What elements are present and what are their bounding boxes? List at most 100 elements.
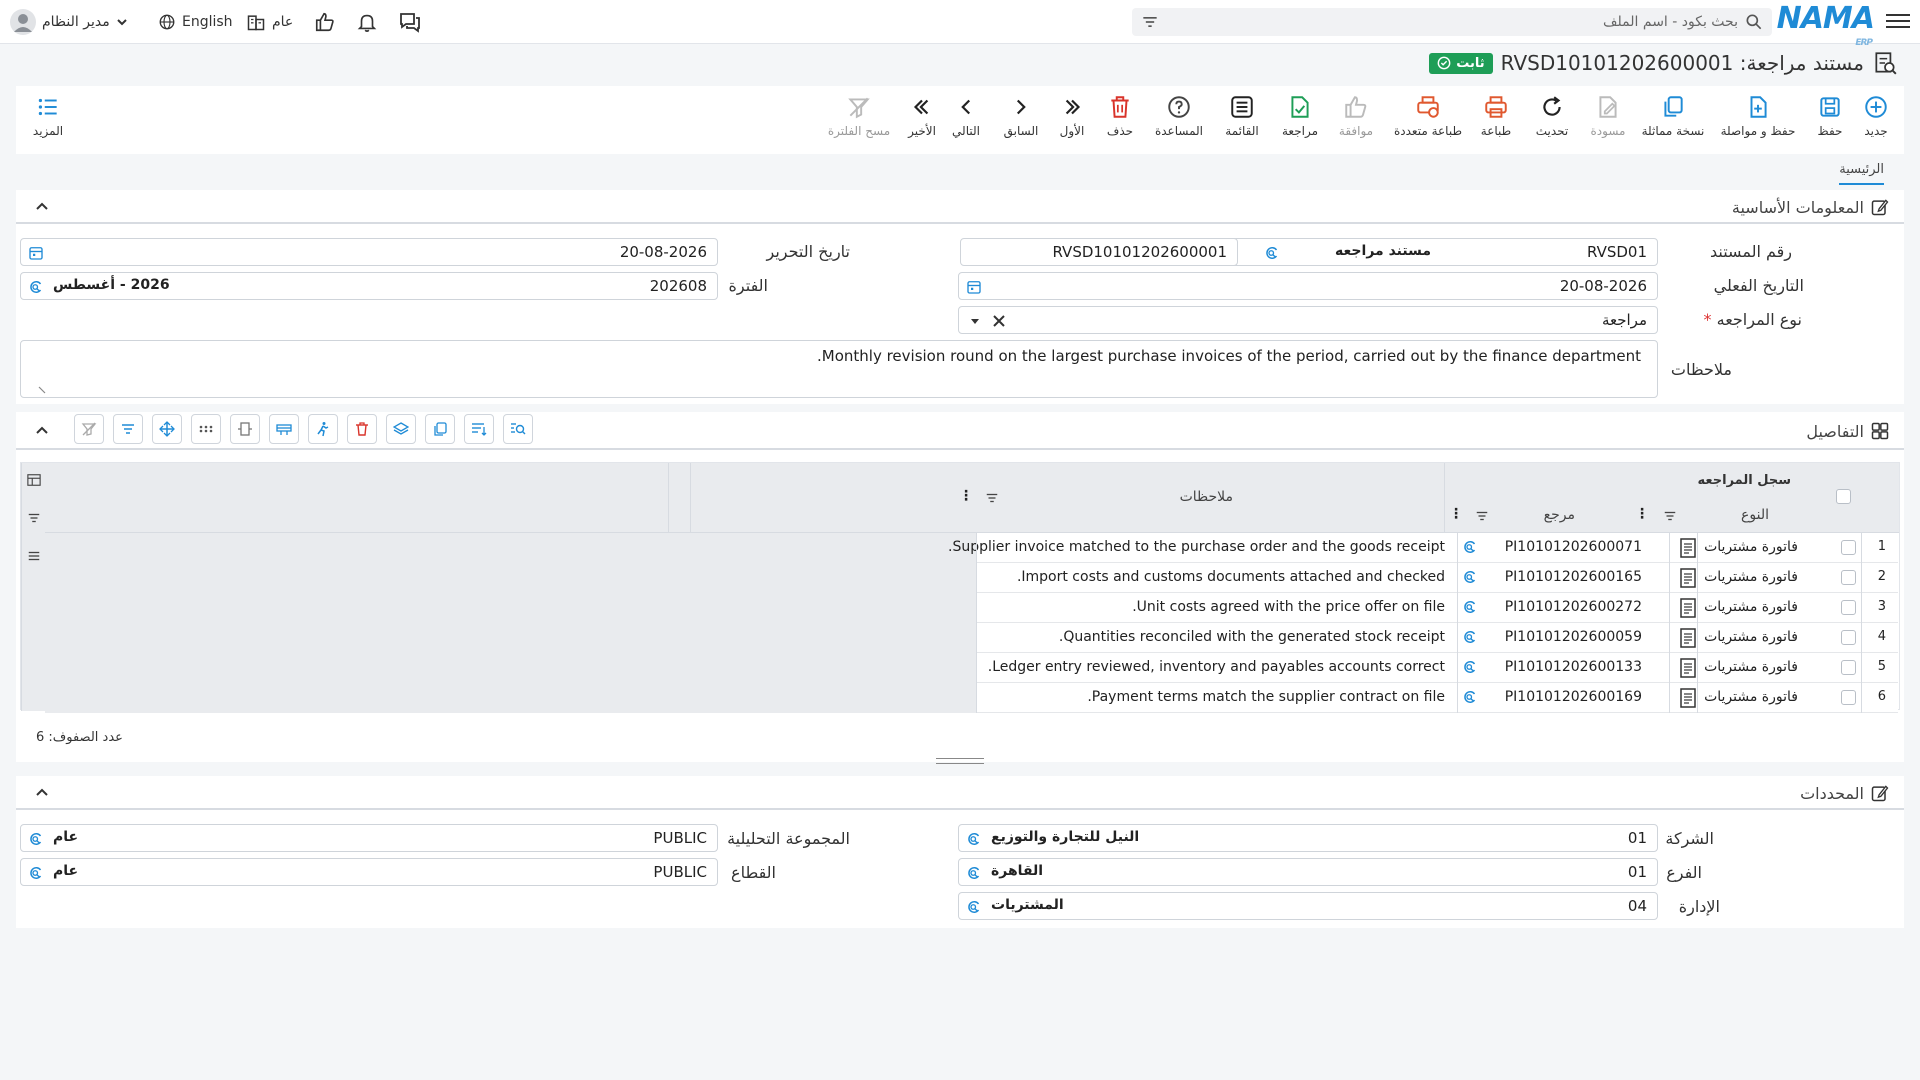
save-continue-button[interactable]: حفظ و مواصلة [1718,94,1798,148]
notifications-button[interactable] [356,0,378,44]
grid-run-button[interactable] [308,414,338,444]
search-icon[interactable] [1744,12,1764,32]
filter-lines-icon[interactable] [1663,509,1677,523]
calendar-icon[interactable] [965,278,983,296]
save-button[interactable]: حفظ [1802,94,1858,148]
grid-sort-button[interactable] [464,414,494,444]
tab-main[interactable]: الرئيسية [1839,162,1884,185]
sector-field[interactable]: PUBLIC عام [20,858,718,886]
grid-table-button[interactable] [269,414,299,444]
chevron-up-icon[interactable] [34,423,50,439]
period-field[interactable]: 202608 2026 - أغسطس [20,272,718,300]
row-note[interactable]: Quantities reconciled with the generated… [1059,629,1445,645]
delete-button[interactable]: حذف [1092,94,1148,148]
lookup-icon[interactable] [1461,598,1479,616]
lookup-icon[interactable] [1461,688,1479,706]
select-all-checkbox[interactable] [1836,489,1851,504]
column-menu-icon[interactable]: ⋮ [959,488,973,504]
approve-button[interactable]: موافقة [1328,94,1384,148]
row-checkbox[interactable] [1841,570,1856,585]
document-icon[interactable] [1678,537,1698,559]
grid-delete-button[interactable] [347,414,377,444]
document-icon[interactable] [1678,627,1698,649]
last-button[interactable]: الأخير [894,94,950,148]
edit-date-field[interactable]: 20-08-2026 [20,238,718,266]
grid-fit-columns-button[interactable] [230,414,260,444]
table-row[interactable]: 4 فاتورة مشتريات PI10101202600059 Quantitie… [976,623,1898,653]
review-button[interactable]: مراجعة [1272,94,1328,148]
user-menu[interactable]: مدير النظام [10,0,128,44]
filter-lines-icon[interactable] [985,491,999,505]
lookup-icon[interactable] [1461,538,1479,556]
print-button[interactable]: طباعة [1468,94,1524,148]
department-field[interactable]: 04 المشتريات [958,892,1658,920]
document-icon[interactable] [1678,597,1698,619]
column-type-header[interactable]: النوع [1741,507,1769,523]
column-notes-header[interactable]: ملاحظات [1180,489,1233,505]
table-row[interactable]: 5 فاتورة مشتريات PI10101202600133 Ledger en… [976,653,1898,683]
grid-copy-button[interactable] [425,414,455,444]
row-checkbox[interactable] [1841,600,1856,615]
filter-panel-icon[interactable] [27,511,41,525]
row-checkbox[interactable] [1841,660,1856,675]
first-button[interactable]: الأول [1044,94,1100,148]
likes-button[interactable] [314,0,336,44]
search-input[interactable] [1198,8,1738,36]
chevron-up-icon[interactable] [34,785,50,801]
table-row[interactable]: 2 فاتورة مشتريات PI10101202600165 Import co… [976,563,1898,593]
language-switch[interactable]: English [158,0,233,44]
document-icon[interactable] [1678,567,1698,589]
lookup-icon[interactable] [27,830,45,848]
row-note[interactable]: Supplier invoice matched to the purchase… [948,539,1445,555]
grid-filter-button[interactable] [113,414,143,444]
nama-logo[interactable]: NAMA ERP [1777,4,1875,49]
chevron-up-icon[interactable] [34,199,50,215]
calendar-icon[interactable] [27,244,45,262]
splitter-handle[interactable] [936,758,984,764]
basic-info-header[interactable]: المعلومات الأساسية [16,190,1904,224]
messages-button[interactable] [398,0,422,44]
column-menu-icon[interactable]: ⋮ [1449,506,1463,522]
notes-textarea[interactable]: Monthly revision round on the largest pu… [20,340,1658,398]
lookup-icon[interactable] [27,278,45,296]
refresh-button[interactable]: تحديث [1524,94,1580,148]
review-type-select[interactable]: مراجعة [958,306,1658,334]
lookup-icon[interactable] [965,864,983,882]
row-checkbox[interactable] [1841,690,1856,705]
lookup-icon[interactable] [1461,658,1479,676]
doc-code-field[interactable]: RVSD10101202600001 [960,238,1238,266]
grid-dots-button[interactable] [191,414,221,444]
resize-handle-icon[interactable] [37,385,47,395]
columns-panel-icon[interactable] [27,473,41,487]
grid-layers-button[interactable] [386,414,416,444]
hamburger-menu-icon[interactable] [1886,10,1910,32]
table-row[interactable]: 6 فاتورة مشتريات PI10101202600169 Payment t… [976,683,1898,713]
company-field[interactable]: 01 النيل للتجارة والتوزيع [958,824,1658,852]
lookup-icon[interactable] [1461,568,1479,586]
lookup-icon[interactable] [965,898,983,916]
column-menu-icon[interactable]: ⋮ [1635,506,1649,522]
draft-button[interactable]: مسودة [1580,94,1636,148]
previous-button[interactable]: السابق [993,94,1049,148]
row-note[interactable]: Ledger entry reviewed, inventory and pay… [988,659,1445,675]
table-row[interactable]: 1 فاتورة مشتريات PI10101202600071 Supplier … [948,533,1898,563]
dimensions-header[interactable]: المحددات [16,776,1904,810]
actual-date-field[interactable]: 20-08-2026 [958,272,1658,300]
lookup-icon[interactable] [1461,628,1479,646]
lookup-icon[interactable] [965,830,983,848]
grid-search-button[interactable] [503,414,533,444]
row-note[interactable]: Import costs and customs documents attac… [1017,569,1445,585]
clear-filter-button[interactable]: مسح الفلترة [824,94,894,148]
document-icon[interactable] [1678,657,1698,679]
row-checkbox[interactable] [1841,540,1856,555]
table-row[interactable]: 3 فاتورة مشتريات PI10101202600272 Unit cost… [976,593,1898,623]
column-ref-header[interactable]: مرجع [1544,507,1575,523]
details-header[interactable]: التفاصيل [16,412,1904,450]
row-note[interactable]: Payment terms match the supplier contrac… [1087,689,1445,705]
grid-move-button[interactable] [152,414,182,444]
dropdown-arrow-icon[interactable] [969,315,981,327]
row-note[interactable]: Unit costs agreed with the price offer o… [1132,599,1445,615]
scope-switch[interactable]: عام [246,0,293,44]
filter-lines-icon[interactable] [1140,12,1160,32]
multi-print-button[interactable]: طباعة متعددة [1388,94,1468,148]
